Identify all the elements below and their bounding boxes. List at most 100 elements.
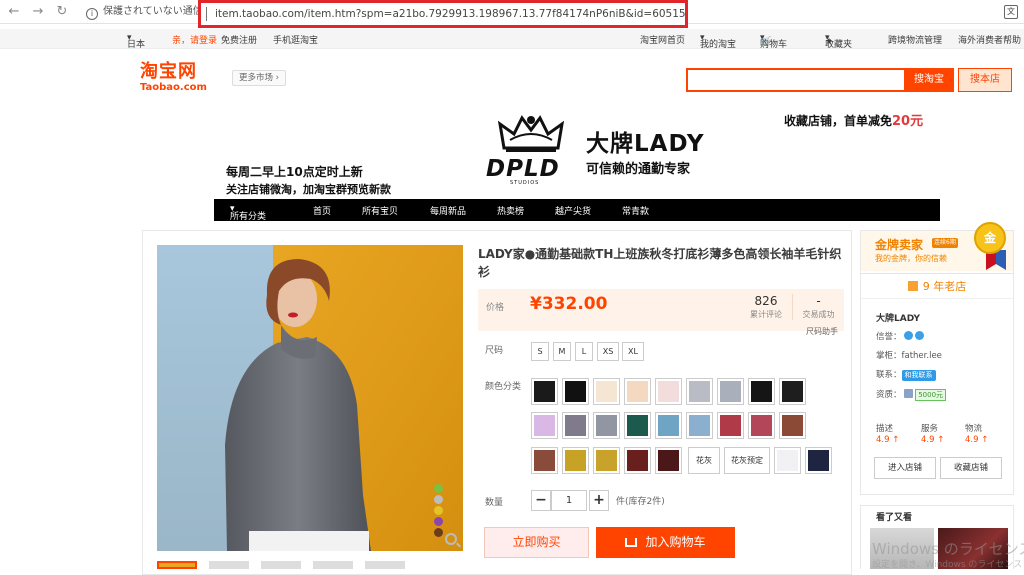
dot-yellow bbox=[434, 506, 443, 515]
color-option-huahui[interactable]: 花灰 bbox=[688, 447, 720, 474]
shop-age-text: 9 年老店 bbox=[922, 280, 967, 293]
shop-nav-special[interactable]: 越产尖货 bbox=[555, 204, 591, 217]
mobile-link[interactable]: 手机逛淘宝 bbox=[273, 33, 318, 46]
thumbnail-item[interactable] bbox=[365, 561, 405, 569]
color-swatch[interactable] bbox=[624, 447, 651, 474]
shop-nav-evergreen[interactable]: 常青款 bbox=[622, 204, 649, 217]
translate-icon[interactable]: 文 bbox=[1004, 5, 1018, 19]
cart-link[interactable]: 🛒 购物车 ▾ bbox=[760, 33, 787, 50]
size-option-xl[interactable]: XL bbox=[622, 342, 644, 361]
shop-nav-new[interactable]: 每周新品 bbox=[430, 204, 466, 217]
qualification-row: 资质： 5000元 bbox=[876, 388, 947, 401]
seller-shop-name[interactable]: 大牌LADY bbox=[876, 311, 920, 324]
size-label: 尺码 bbox=[485, 346, 504, 356]
price-panel: 价格 ¥332.00 826 累计评论 - 交易成功 bbox=[478, 289, 844, 331]
color-swatch[interactable] bbox=[562, 447, 589, 474]
color-swatch[interactable] bbox=[774, 447, 801, 474]
thumbnail-item[interactable] bbox=[157, 561, 197, 569]
swatch-fill bbox=[777, 450, 798, 471]
color-option-huahui-preorder[interactable]: 花灰预定 bbox=[724, 447, 770, 474]
keeper-name[interactable]: father.lee bbox=[902, 351, 942, 361]
taobao-logo[interactable]: 淘宝网 Taobao.com bbox=[140, 62, 218, 96]
color-swatch[interactable] bbox=[655, 447, 682, 474]
color-swatch[interactable] bbox=[624, 412, 651, 439]
login-link[interactable]: 亲，请登录 bbox=[172, 33, 217, 46]
gold-seller-badge: 金牌卖家 bbox=[875, 238, 924, 252]
reviews-stat[interactable]: 826 累计评论 bbox=[740, 294, 792, 320]
overseas-help-link[interactable]: 海外消费者帮助 bbox=[958, 33, 1021, 46]
color-swatch[interactable] bbox=[686, 378, 713, 405]
qualification-icon bbox=[903, 389, 913, 398]
color-swatch[interactable] bbox=[593, 447, 620, 474]
color-swatch[interactable] bbox=[624, 378, 651, 405]
size-option-l[interactable]: L bbox=[575, 342, 593, 361]
color-swatch[interactable] bbox=[779, 412, 806, 439]
color-swatch[interactable] bbox=[531, 378, 558, 405]
color-swatch[interactable] bbox=[748, 378, 775, 405]
home-link[interactable]: 淘宝网首页 bbox=[640, 33, 685, 46]
shop-nav-all-categories[interactable]: 所有分类 ▾ bbox=[230, 204, 266, 222]
shop-nav: 所有分类 ▾ 首页 所有宝贝 每周新品 热卖榜 越产尖货 常青款 bbox=[214, 199, 940, 222]
more-markets-dropdown[interactable]: 更多市场 › bbox=[232, 70, 286, 86]
swatch-fill bbox=[808, 450, 829, 471]
thumbnail-item[interactable] bbox=[209, 561, 249, 569]
sales-count: - bbox=[816, 294, 821, 308]
size-option-s[interactable]: S bbox=[531, 342, 549, 361]
enter-shop-button[interactable]: 进入店铺 bbox=[874, 457, 936, 479]
shop-nav-home[interactable]: 首页 bbox=[313, 204, 331, 217]
search-input[interactable] bbox=[686, 68, 906, 92]
color-swatch[interactable] bbox=[562, 378, 589, 405]
color-swatch[interactable] bbox=[531, 412, 558, 439]
color-swatch[interactable] bbox=[593, 412, 620, 439]
color-swatch[interactable] bbox=[655, 378, 682, 405]
shop-nav-all-items[interactable]: 所有宝贝 bbox=[362, 204, 398, 217]
register-link[interactable]: 免费注册 bbox=[221, 33, 257, 46]
zoom-icon[interactable] bbox=[445, 533, 457, 545]
fav-promo-amount: 20元 bbox=[892, 114, 924, 129]
favorites-link[interactable]: ★ 收藏夹 ▾ bbox=[825, 33, 852, 50]
quantity-increase-button[interactable]: + bbox=[589, 490, 609, 511]
swatch-fill bbox=[596, 415, 617, 436]
thumbnail-strip bbox=[157, 561, 463, 569]
color-swatch[interactable] bbox=[593, 378, 620, 405]
size-option-xs[interactable]: XS bbox=[597, 342, 619, 361]
score-service-label: 服务 bbox=[921, 424, 939, 434]
shop-nav-hot[interactable]: 热卖榜 bbox=[497, 204, 524, 217]
thumbnail-item[interactable] bbox=[261, 561, 301, 569]
forward-icon[interactable]: → bbox=[30, 4, 46, 20]
swatch-fill bbox=[565, 415, 586, 436]
price-value: ¥332.00 bbox=[530, 294, 608, 314]
address-bar[interactable]: item.taobao.com/item.htm?spm=a21bo.79299… bbox=[198, 0, 688, 28]
add-to-cart-button[interactable]: 加入购物车 bbox=[596, 527, 735, 558]
color-swatch[interactable] bbox=[779, 378, 806, 405]
product-main-image[interactable] bbox=[157, 245, 463, 551]
security-indicator[interactable]: i 保護されていない通信 bbox=[86, 3, 212, 21]
quantity-decrease-button[interactable]: − bbox=[531, 490, 551, 511]
size-option-m[interactable]: M bbox=[553, 342, 571, 361]
thumbnail-item[interactable] bbox=[313, 561, 353, 569]
keeper-row: 掌柜：father.lee bbox=[876, 349, 942, 361]
contact-button[interactable]: 和我联系 bbox=[901, 370, 936, 381]
search-taobao-button[interactable]: 搜淘宝 bbox=[904, 68, 954, 92]
swatch-fill bbox=[658, 415, 679, 436]
cross-border-link[interactable]: 跨境物流管理 bbox=[888, 33, 942, 46]
color-swatch[interactable] bbox=[717, 378, 744, 405]
browser-toolbar: ← → ↻ i 保護されていない通信 item.taobao.com/item.h… bbox=[0, 0, 1024, 28]
score-description-value: 4.9 ↑ bbox=[876, 435, 900, 445]
color-swatch[interactable] bbox=[805, 447, 832, 474]
back-icon[interactable]: ← bbox=[6, 4, 22, 20]
region-selector[interactable]: 日本 ▾ bbox=[127, 33, 145, 50]
color-swatch[interactable] bbox=[562, 412, 589, 439]
quantity-input[interactable]: 1 bbox=[551, 490, 587, 511]
search-shop-button[interactable]: 搜本店 bbox=[958, 68, 1012, 92]
favorite-shop-button[interactable]: 收藏店铺 bbox=[940, 457, 1002, 479]
color-swatch[interactable] bbox=[748, 412, 775, 439]
color-swatch[interactable] bbox=[717, 412, 744, 439]
buy-now-button[interactable]: 立即购买 bbox=[484, 527, 589, 558]
reload-icon[interactable]: ↻ bbox=[54, 4, 70, 20]
color-swatch[interactable] bbox=[655, 412, 682, 439]
color-swatch[interactable] bbox=[531, 447, 558, 474]
my-taobao-link[interactable]: 我的淘宝 ▾ bbox=[700, 33, 736, 50]
color-swatch[interactable] bbox=[686, 412, 713, 439]
size-chart-link[interactable]: 尺码助手 bbox=[806, 326, 838, 337]
